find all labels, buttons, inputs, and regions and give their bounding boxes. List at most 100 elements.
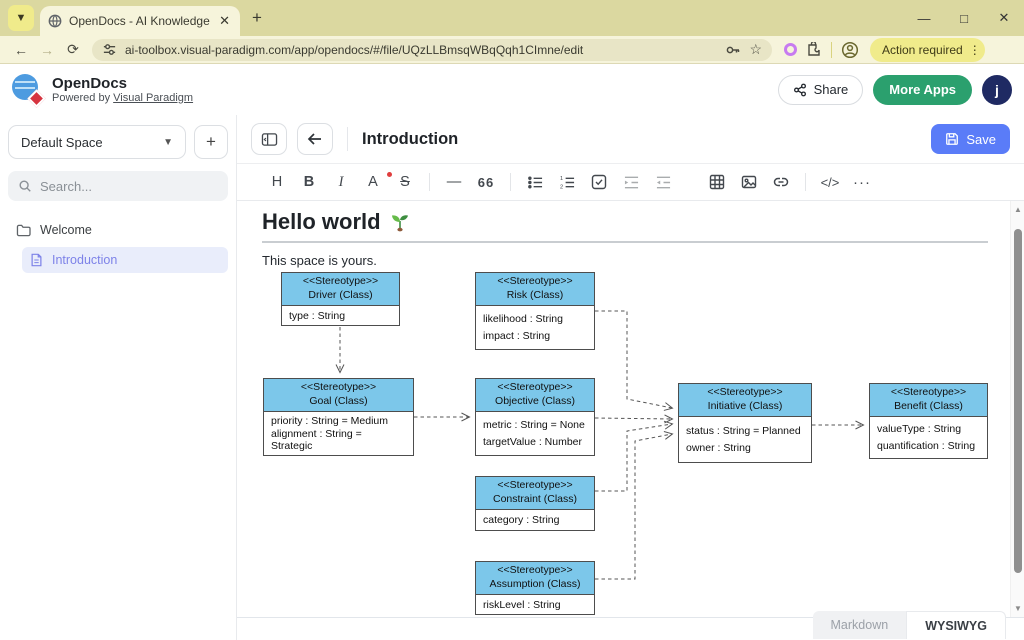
uml-diagram[interactable]: <<Stereotype>>Driver (Class)type : Strin…	[237, 201, 1010, 617]
wysiwyg-mode-button[interactable]: WYSIWYG	[906, 611, 1006, 639]
divider	[510, 173, 511, 191]
blockquote-button[interactable]: 66	[472, 169, 500, 195]
insert-link-button[interactable]	[767, 169, 795, 195]
horizontal-rule-button[interactable]: —	[440, 169, 468, 195]
uml-edge-assumption-to-initiative	[595, 434, 672, 579]
uml-attribute: impact : String	[483, 330, 587, 342]
powered-by: Powered by Visual Paradigm	[52, 92, 193, 104]
uml-class-name: Initiative (Class)	[681, 400, 809, 414]
divider	[805, 173, 806, 191]
strikethrough-button[interactable]: S	[391, 169, 419, 195]
document-tree: Welcome Introduction	[8, 217, 228, 273]
visual-paradigm-link[interactable]: Visual Paradigm	[113, 92, 193, 104]
task-list-button[interactable]	[585, 169, 613, 195]
tab-title: OpenDocs - AI Knowledge Base	[69, 14, 210, 28]
indent-button[interactable]	[617, 169, 645, 195]
share-button[interactable]: Share	[778, 75, 864, 105]
share-icon	[793, 83, 807, 97]
window-close-button[interactable]: ✕	[984, 3, 1024, 33]
scroll-down-icon[interactable]: ▼	[1011, 604, 1024, 613]
markdown-mode-button[interactable]: Markdown	[813, 611, 907, 639]
vertical-scrollbar[interactable]: ▲ ▼	[1010, 201, 1024, 617]
uml-stereotype-label: <<Stereotype>>	[478, 275, 592, 289]
bookmark-star-icon[interactable]: ☆	[749, 41, 762, 58]
browser-tab[interactable]: OpenDocs - AI Knowledge Base ✕	[40, 6, 240, 36]
uml-stereotype-label: <<Stereotype>>	[266, 381, 411, 395]
scrollbar-thumb[interactable]	[1014, 229, 1022, 573]
tab-close-icon[interactable]: ✕	[217, 13, 232, 29]
uml-class-initiative: <<Stereotype>>Initiative (Class)status :…	[678, 383, 812, 463]
profile-icon[interactable]	[841, 41, 859, 59]
back-icon[interactable]: ←	[8, 42, 34, 58]
insert-image-button[interactable]	[735, 169, 763, 195]
avatar[interactable]: j	[982, 75, 1012, 105]
uml-class-objective: <<Stereotype>>Objective (Class)metric : …	[475, 378, 595, 456]
document-titlebar: Introduction Save	[237, 115, 1024, 163]
mode-switch: Markdown WYSIWYG	[813, 611, 1006, 639]
folder-icon	[16, 224, 31, 237]
uml-attribute: priority : String = Medium	[271, 415, 406, 427]
uml-attribute: alignment : String = Strategic	[271, 428, 406, 452]
uml-attribute: valueType : String	[877, 423, 980, 435]
forward-icon[interactable]: →	[34, 42, 60, 58]
search-icon	[18, 179, 32, 193]
divider	[347, 127, 348, 151]
globe-favicon-icon	[48, 14, 62, 28]
tune-icon[interactable]	[102, 42, 117, 57]
document-content[interactable]: Hello world This space is yours. <<Stere…	[237, 201, 1024, 617]
search-box[interactable]	[8, 171, 228, 201]
divider	[831, 42, 832, 58]
uml-class-goal: <<Stereotype>>Goal (Class)priority : Str…	[263, 378, 414, 456]
scroll-up-icon[interactable]: ▲	[1011, 205, 1024, 214]
outdent-button[interactable]	[649, 169, 677, 195]
page-title: Introduction	[362, 130, 458, 149]
new-tab-button[interactable]: +	[252, 8, 262, 28]
more-apps-label: More Apps	[889, 82, 956, 97]
uml-attribute: owner : String	[686, 442, 804, 454]
tree-item-welcome[interactable]: Welcome	[8, 217, 228, 243]
bullet-list-button[interactable]	[521, 169, 549, 195]
toolbar-more-button[interactable]: ···	[848, 169, 876, 195]
search-input[interactable]	[40, 179, 218, 194]
editor-footer: Markdown WYSIWYG	[237, 617, 1024, 640]
more-apps-button[interactable]: More Apps	[873, 75, 972, 105]
uml-class-name: Benefit (Class)	[872, 400, 985, 414]
code-block-button[interactable]: </>	[816, 169, 844, 195]
reload-icon[interactable]: ⟳	[60, 41, 86, 58]
uml-class-name: Risk (Class)	[478, 289, 592, 303]
extension-ring-icon[interactable]	[784, 43, 797, 56]
chrome-menu-icon[interactable]: ⋮	[969, 43, 979, 57]
uml-attribute: targetValue : Number	[483, 436, 587, 448]
extensions-puzzle-icon[interactable]	[806, 42, 822, 58]
tab-search-button[interactable]: ▼	[8, 5, 34, 31]
uml-class-name: Constraint (Class)	[478, 493, 592, 507]
password-key-icon[interactable]	[725, 42, 741, 58]
insert-table-button[interactable]	[703, 169, 731, 195]
uml-class-name: Objective (Class)	[478, 395, 592, 409]
action-required-chip[interactable]: Action required ⋮	[870, 38, 985, 62]
tab-strip: ▼ OpenDocs - AI Knowledge Base ✕ + — □ ✕	[0, 0, 1024, 36]
uml-attribute: riskLevel : String	[483, 599, 587, 611]
svg-text:2: 2	[560, 184, 563, 189]
browser-chrome: ▼ OpenDocs - AI Knowledge Base ✕ + — □ ✕…	[0, 0, 1024, 64]
add-space-button[interactable]: +	[194, 125, 228, 159]
toggle-sidebar-button[interactable]	[251, 123, 287, 155]
action-required-label: Action required	[882, 43, 963, 57]
space-select[interactable]: Default Space ▼	[8, 125, 186, 159]
heading-button[interactable]: H	[263, 169, 291, 195]
app-name: OpenDocs	[52, 75, 193, 92]
window-minimize-button[interactable]: —	[904, 3, 944, 33]
bold-button[interactable]: B	[295, 169, 323, 195]
tree-item-label: Introduction	[52, 253, 117, 267]
uml-edge-objective-to-initiative	[595, 418, 672, 419]
window-maximize-button[interactable]: □	[944, 3, 984, 33]
url-text: ai-toolbox.visual-paradigm.com/app/opend…	[125, 43, 717, 57]
back-button[interactable]	[297, 123, 333, 155]
address-bar[interactable]: ai-toolbox.visual-paradigm.com/app/opend…	[92, 39, 772, 61]
numbered-list-button[interactable]: 12	[553, 169, 581, 195]
tree-item-introduction[interactable]: Introduction	[22, 247, 228, 273]
text-color-button[interactable]: A	[359, 169, 387, 195]
save-button[interactable]: Save	[931, 124, 1010, 154]
svg-text:1: 1	[560, 176, 563, 182]
italic-button[interactable]: I	[327, 169, 355, 195]
